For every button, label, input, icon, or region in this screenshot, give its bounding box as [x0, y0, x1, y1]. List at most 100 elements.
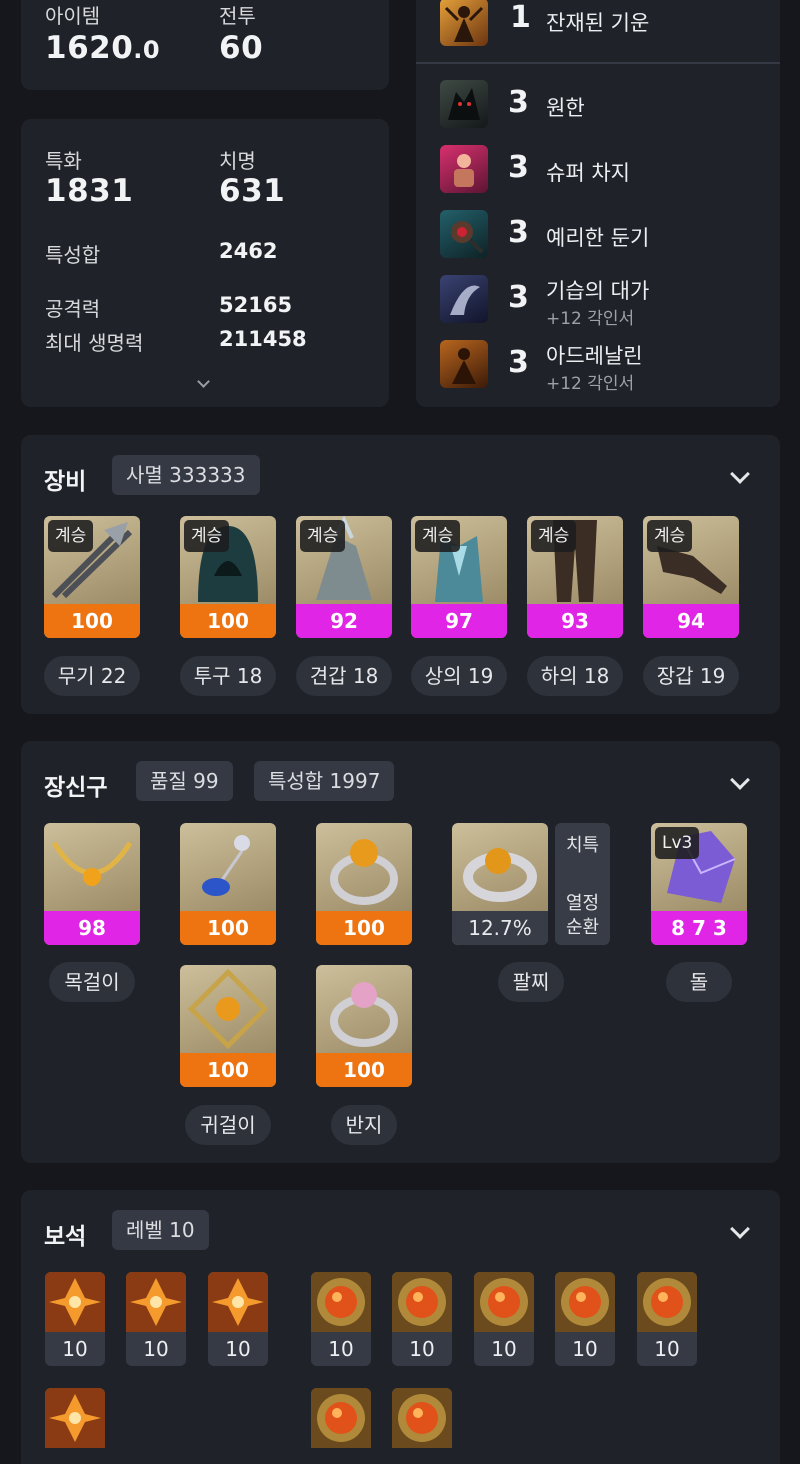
quality-bar: 100 — [180, 604, 276, 638]
max-hp-label: 최대 생명력 — [45, 331, 144, 355]
combat-level-value: 60 — [219, 30, 264, 66]
gem-cooldown[interactable]: 10 — [392, 1272, 452, 1366]
bracelet-value: 12.7% — [452, 911, 548, 945]
item-level-decimal: .0 — [133, 36, 161, 64]
gem-cooldown[interactable]: 10 — [637, 1272, 697, 1366]
accessory-name-stone: 돌 — [666, 962, 732, 1002]
ring-art-icon — [330, 839, 398, 905]
engraving-name: 원한 — [546, 96, 585, 120]
accessory-tile-ring-2[interactable]: 100 — [316, 965, 412, 1087]
accessory-tile-necklace[interactable]: 98 — [44, 823, 140, 945]
accessory-name-necklace: 목걸이 — [49, 962, 135, 1002]
gem-cooldown[interactable] — [311, 1388, 371, 1452]
gems-card: 보석 레벨 10 10 10 10 10 10 10 10 10 — [21, 1190, 780, 1464]
equipment-tile-pants[interactable]: 계승 93 — [527, 516, 623, 638]
stone-value: 8 7 3 — [651, 911, 747, 945]
accessory-tile-ring-1[interactable]: 100 — [316, 823, 412, 945]
equipment-tile-helmet[interactable]: 계승 100 — [180, 516, 276, 638]
engraving-level: 3 — [508, 345, 529, 380]
quality-bar: 100 — [316, 1053, 412, 1087]
equipment-tile-shoulder[interactable]: 계승 92 — [296, 516, 392, 638]
quality-bar: 97 — [411, 604, 507, 638]
gem-level: 10 — [311, 1332, 371, 1366]
damage-gem-icon — [208, 1272, 268, 1332]
engraving-level: 3 — [508, 150, 529, 185]
section-title: 장비 — [44, 469, 87, 495]
engraving-name: 예리한 둔기 — [546, 226, 650, 250]
section-title: 보석 — [44, 1224, 87, 1250]
gem-damage[interactable]: 10 — [126, 1272, 186, 1366]
equipment-tile-gloves[interactable]: 계승 94 — [643, 516, 739, 638]
quality-chip: 품질 99 — [136, 761, 233, 801]
item-level-value: 1620.0 — [45, 30, 160, 66]
equipment-name-weapon: 무기 22 — [44, 656, 140, 696]
damage-gem-icon — [45, 1272, 105, 1332]
inherit-tag: 계승 — [531, 520, 577, 552]
chevron-down-icon[interactable] — [730, 770, 750, 790]
engraving-level: 1 — [510, 0, 531, 35]
accessory-tile-earring-2[interactable]: 100 — [180, 965, 276, 1087]
quality-bar: 100 — [316, 911, 412, 945]
bracelet-option: 치특 — [565, 835, 600, 856]
quality-bar: 94 — [643, 604, 739, 638]
accessory-tile-stone[interactable]: Lv3 8 7 3 — [651, 823, 747, 945]
engraving-icon-grudge — [440, 80, 488, 128]
engraving-name: 슈퍼 차지 — [546, 161, 630, 185]
engraving-icon-keen-blunt — [440, 210, 488, 258]
item-level-label: 아이템 — [45, 4, 101, 28]
earring-art-icon — [187, 968, 269, 1050]
gem-damage[interactable]: 10 — [45, 1272, 105, 1366]
engraving-name: 기습의 대가 — [546, 279, 650, 303]
damage-gem-icon — [45, 1388, 105, 1448]
quality-bar: 100 — [44, 604, 140, 638]
gem-cooldown[interactable]: 10 — [474, 1272, 534, 1366]
accessory-tile-bracelet[interactable]: 12.7% — [452, 823, 548, 945]
gem-cooldown[interactable] — [392, 1388, 452, 1452]
engraving-icon-master-ambush — [440, 275, 488, 323]
cooldown-gem-icon — [555, 1272, 615, 1332]
bracelet-options: 치특 열정 순환 — [555, 823, 610, 945]
gem-cooldown[interactable]: 10 — [311, 1272, 371, 1366]
gem-level: 10 — [637, 1332, 697, 1366]
engravings-card: 1 잔재된 기운 3 원한 3 슈퍼 차지 3 예리한 둔기 3 기습의 대가 … — [416, 0, 780, 407]
gem-level: 10 — [45, 1332, 105, 1366]
attack-power-label: 공격력 — [45, 297, 101, 321]
engraving-level: 3 — [508, 280, 529, 315]
total-stat-value: 2462 — [219, 239, 278, 263]
engraving-name: 아드레날린 — [546, 344, 643, 368]
cooldown-gem-icon — [311, 1388, 371, 1448]
bracelet-art-icon — [463, 848, 537, 902]
quality-bar: 92 — [296, 604, 392, 638]
equipment-name-pants: 하의 18 — [527, 656, 623, 696]
gem-level: 10 — [392, 1332, 452, 1366]
cooldown-gem-icon — [311, 1272, 371, 1332]
necklace-art-icon — [51, 841, 133, 886]
quality-bar: 100 — [180, 1053, 276, 1087]
equipment-tile-weapon[interactable]: 계승 100 — [44, 516, 140, 638]
engraving-level: 3 — [508, 215, 529, 250]
equipment-name-helmet: 투구 18 — [180, 656, 276, 696]
chevron-down-icon[interactable] — [197, 375, 210, 388]
ring-art-icon — [330, 982, 398, 1047]
stats-card: 특화 1831 치명 631 특성합 2462 공격력 52165 최대 생명력… — [21, 119, 389, 407]
accessory-name-bracelet: 팔찌 — [498, 962, 564, 1002]
engraving-icon-adrenaline — [440, 340, 488, 388]
inherit-tag: 계승 — [184, 520, 230, 552]
equipment-tile-chest[interactable]: 계승 97 — [411, 516, 507, 638]
earring-art-icon — [202, 835, 250, 896]
total-stat-label: 특성합 — [45, 243, 101, 267]
cooldown-gem-icon — [392, 1388, 452, 1448]
gem-damage[interactable] — [45, 1388, 105, 1452]
gem-level: 10 — [126, 1332, 186, 1366]
chevron-down-icon[interactable] — [730, 464, 750, 484]
crit-value: 631 — [219, 173, 286, 209]
set-chip: 사멸 333333 — [112, 455, 260, 495]
inherit-tag: 계승 — [300, 520, 346, 552]
gem-cooldown[interactable]: 10 — [555, 1272, 615, 1366]
quality-bar: 100 — [180, 911, 276, 945]
accessory-tile-earring-1[interactable]: 100 — [180, 823, 276, 945]
gem-damage[interactable]: 10 — [208, 1272, 268, 1366]
damage-gem-icon — [126, 1272, 186, 1332]
cooldown-gem-icon — [637, 1272, 697, 1332]
chevron-down-icon[interactable] — [730, 1219, 750, 1239]
